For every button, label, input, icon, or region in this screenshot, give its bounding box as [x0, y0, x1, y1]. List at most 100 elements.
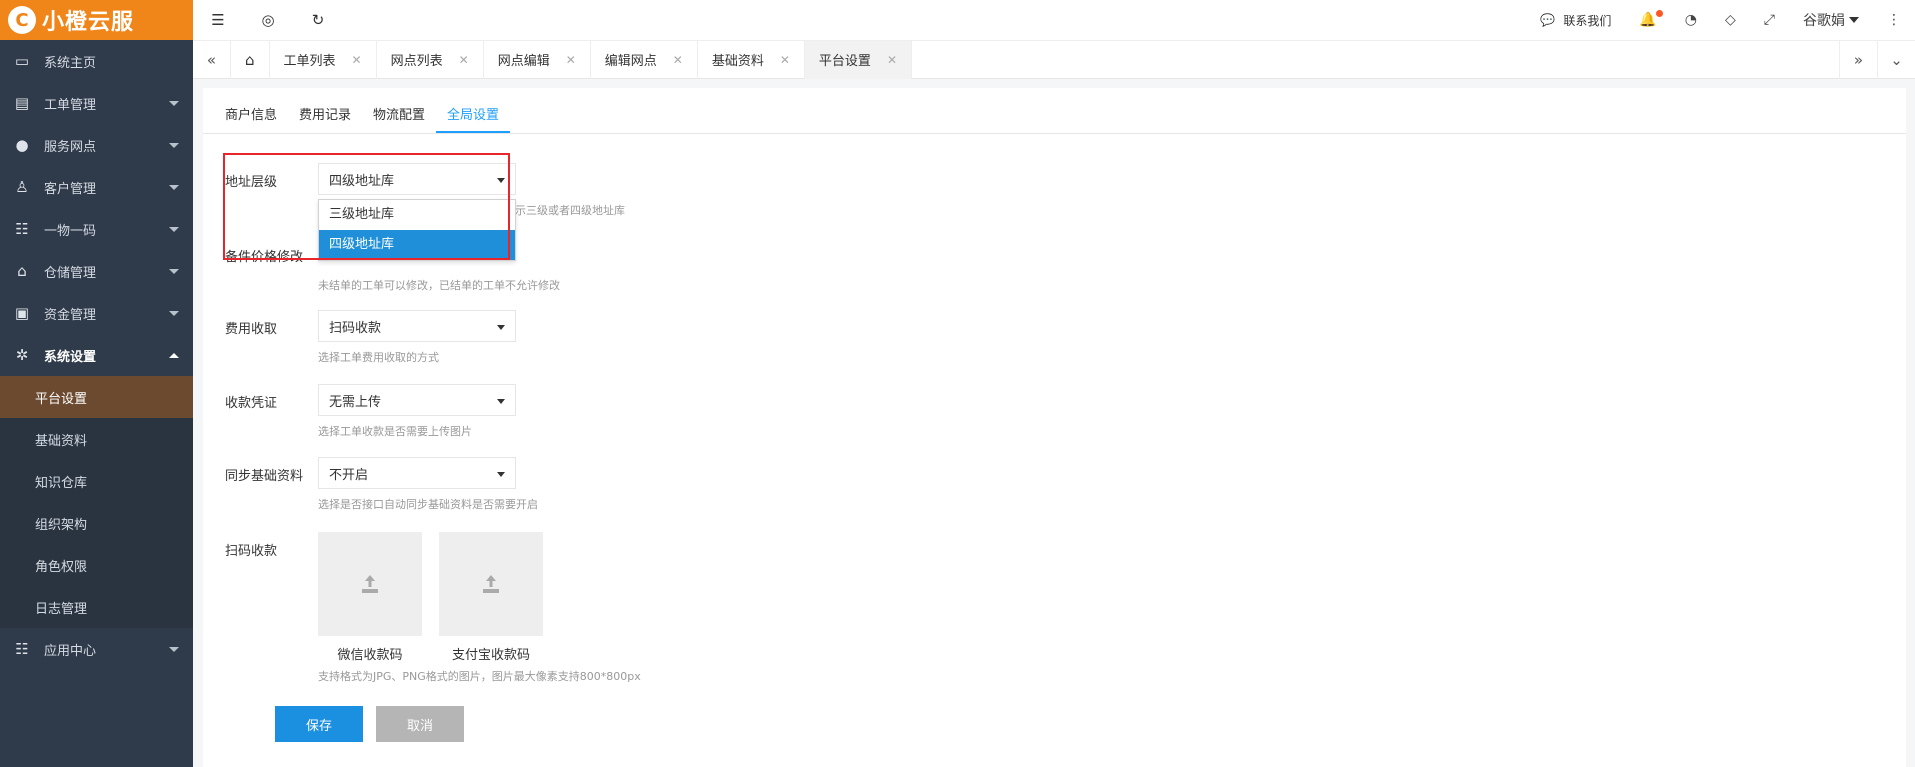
sidebar-item-settings[interactable]: ✲ 系统设置 — [0, 334, 193, 376]
tab-basic-data[interactable]: 基础资料 ✕ — [698, 40, 805, 79]
address-level-label: 地址层级 — [225, 175, 278, 190]
sidebar-item-label: 系统设置 — [44, 349, 97, 365]
caret-down-icon — [497, 325, 505, 330]
tab-label: 平台设置 — [818, 54, 871, 69]
submenu-item-platform[interactable]: 平台设置 — [0, 376, 193, 418]
close-icon[interactable]: ✕ — [459, 53, 469, 67]
dropdown-option-four-level[interactable]: 四级地址库 — [319, 230, 515, 260]
tab-label: 工单列表 — [283, 54, 336, 69]
theme-button[interactable]: ◔ — [1671, 12, 1711, 28]
caret-down-icon — [169, 101, 179, 106]
contact-us-button[interactable]: 💬 联系我们 — [1526, 12, 1625, 29]
submenu-item-knowledge[interactable]: 知识仓库 — [0, 460, 193, 502]
caret-down-icon — [169, 143, 179, 148]
globe-icon[interactable]: ◎ — [243, 11, 293, 29]
tab-outlet-list[interactable]: 网点列表 ✕ — [377, 40, 484, 79]
dropdown-option-three-level[interactable]: 三级地址库 — [319, 200, 515, 230]
caret-down-icon — [169, 227, 179, 232]
submenu-item-roles[interactable]: 角色权限 — [0, 544, 193, 586]
submenu-item-logs[interactable]: 日志管理 — [0, 586, 193, 628]
sync-select[interactable]: 不开启 — [318, 457, 516, 489]
voucher-value: 无需上传 — [329, 394, 382, 410]
header-actions: 💬 联系我们 🔔 ◔ ◇ ⤢ 谷歌娟 ⋮ — [1526, 0, 1915, 40]
fee-collect-value: 扫码收款 — [329, 320, 382, 336]
sidebar-item-orders[interactable]: ▤ 工单管理 — [0, 82, 193, 124]
tab-order-list[interactable]: 工单列表 ✕ — [270, 40, 377, 79]
tabs-bar: « ⌂ 工单列表 ✕ 网点列表 ✕ 网点编辑 ✕ 编辑网点 ✕ 基础资料 ✕ 平台设置 ✕ … — [193, 40, 1915, 79]
caret-down-icon — [169, 647, 179, 652]
sidebar-item-label: 工单管理 — [44, 97, 97, 113]
tab-edit-outlet[interactable]: 编辑网点 ✕ — [591, 40, 698, 79]
tab-platform-settings[interactable]: 平台设置 ✕ — [804, 40, 912, 79]
sidebar-item-funds[interactable]: ▣ 资金管理 — [0, 292, 193, 334]
home-icon: ⌂ — [245, 50, 255, 69]
more-vertical-icon: ⋮ — [1887, 12, 1901, 28]
notification-button[interactable]: 🔔 — [1625, 10, 1670, 28]
tag-button[interactable]: ◇ — [1711, 12, 1750, 28]
tabs-right-controls: » ⌄ — [1839, 40, 1915, 79]
submenu-item-basic-data[interactable]: 基础资料 — [0, 418, 193, 460]
upload-icon — [483, 575, 499, 593]
tabs-menu-chevron-icon[interactable]: ⌄ — [1877, 40, 1915, 79]
brand-logo[interactable]: C 小橙云服 — [0, 0, 193, 40]
close-icon[interactable]: ✕ — [673, 53, 683, 67]
voucher-label: 收款凭证 — [225, 396, 278, 411]
caret-down-icon — [497, 399, 505, 404]
tabs-scroll-left-icon[interactable]: « — [193, 40, 231, 79]
contact-us-label: 联系我们 — [1563, 13, 1612, 28]
logo-icon: C — [8, 6, 36, 34]
sidebar-item-label: 应用中心 — [44, 643, 97, 659]
fullscreen-button[interactable]: ⤢ — [1750, 12, 1789, 28]
refresh-icon[interactable]: ↻ — [293, 11, 343, 29]
submenu-item-org[interactable]: 组织架构 — [0, 502, 193, 544]
sidebar-item-codes[interactable]: ☷ 一物一码 — [0, 208, 193, 250]
sidebar-item-home[interactable]: ▭ 系统主页 — [0, 40, 193, 82]
upload-icon — [362, 575, 378, 593]
gear-icon: ✲ — [15, 346, 29, 364]
sidebar-item-label: 服务网点 — [44, 139, 97, 155]
subtab-global-settings[interactable]: 全局设置 — [436, 104, 511, 133]
document-icon: ▤ — [14, 94, 30, 112]
voucher-select[interactable]: 无需上传 — [318, 384, 516, 416]
chat-icon: 💬 — [1540, 13, 1556, 27]
sync-help: 选择是否接口自动同步基础资料是否需要开启 — [318, 498, 538, 511]
alipay-qr-upload[interactable] — [439, 532, 543, 636]
tabs-scroll-right-icon[interactable]: » — [1839, 40, 1877, 79]
fee-collect-select[interactable]: 扫码收款 — [318, 310, 516, 342]
sidebar-item-apps[interactable]: ☷ 应用中心 — [0, 628, 193, 670]
bank-icon: ⌂ — [17, 262, 27, 280]
tab-outlet-edit[interactable]: 网点编辑 ✕ — [484, 40, 591, 79]
address-level-dropdown: 三级地址库 四级地址库 — [318, 199, 516, 261]
caret-down-icon — [497, 178, 505, 183]
sidebar-item-outlets[interactable]: ● 服务网点 — [0, 124, 193, 166]
user-menu[interactable]: 谷歌娟 — [1789, 10, 1873, 30]
wechat-qr-upload[interactable] — [318, 532, 422, 636]
sidebar-item-warehouse[interactable]: ⌂ 仓储管理 — [0, 250, 193, 292]
sidebar-item-customers[interactable]: ♙ 客户管理 — [0, 166, 193, 208]
close-icon[interactable]: ✕ — [780, 53, 790, 67]
caret-up-icon — [169, 353, 179, 358]
subtab-merchant-info[interactable]: 商户信息 — [225, 104, 288, 133]
fee-collect-help: 选择工单费用收取的方式 — [318, 351, 439, 364]
dashboard-icon: ◔ — [1684, 12, 1698, 28]
fee-collect-label: 费用收取 — [225, 322, 278, 337]
more-button[interactable]: ⋮ — [1873, 12, 1915, 28]
fullscreen-icon: ⤢ — [1763, 12, 1775, 28]
brand-name: 小橙云服 — [42, 10, 135, 35]
subtab-fee-records[interactable]: 费用记录 — [288, 104, 362, 133]
qr-label: 扫码收款 — [225, 544, 278, 559]
address-level-select[interactable]: 四级地址库 — [318, 163, 516, 195]
close-icon[interactable]: ✕ — [352, 53, 362, 67]
subtab-logistics[interactable]: 物流配置 — [362, 104, 436, 133]
menu-toggle-icon[interactable]: ☰ — [193, 11, 243, 29]
sync-value: 不开启 — [329, 467, 369, 483]
sidebar-item-label: 客户管理 — [44, 181, 97, 197]
address-level-help: 示三级或者四级地址库 — [515, 204, 625, 217]
close-icon[interactable]: ✕ — [566, 53, 576, 67]
close-icon[interactable]: ✕ — [887, 53, 897, 67]
caret-down-icon — [497, 472, 505, 477]
save-button[interactable]: 保存 — [275, 706, 363, 742]
cancel-button[interactable]: 取消 — [376, 706, 464, 742]
qr-help: 支持格式为JPG、PNG格式的图片，图片最大像素支持800*800px — [318, 670, 641, 683]
tab-home[interactable]: ⌂ — [231, 40, 270, 79]
